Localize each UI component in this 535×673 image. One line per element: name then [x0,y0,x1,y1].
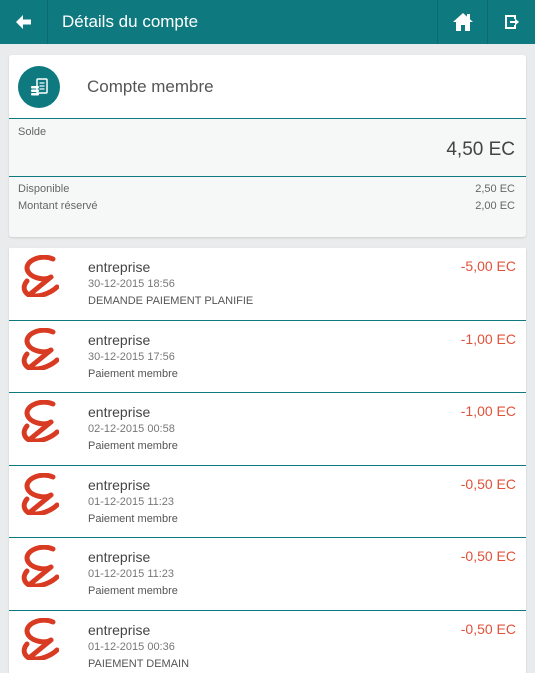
available-value: 2,50 EC [475,183,515,195]
page-title: Détails du compte [62,12,199,31]
transaction-amount: -1,00 EC [460,330,516,347]
logout-icon [504,15,519,29]
transaction-row[interactable]: entreprise 01-12-2015 11:23 Paiement mem… [9,466,526,538]
transaction-date: 01-12-2015 00:36 [88,640,175,653]
transaction-description: PAIEMENT DEMAIN [88,657,190,670]
transaction-row[interactable]: entreprise 30-12-2015 18:56 DEMANDE PAIE… [9,248,526,321]
transaction-description: Paiement membre [88,512,178,525]
available-row: Disponible 2,50 EC [18,183,515,195]
reserved-value: 2,00 EC [475,200,515,212]
transaction-name: entreprise [88,259,151,275]
transaction-amount: -0,50 EC [460,475,516,492]
reserved-row: Montant réservé 2,00 EC [18,200,515,212]
transaction-date: 30-12-2015 18:56 [88,278,175,290]
account-header: Compte membre [9,55,526,119]
home-icon [452,13,473,31]
transaction-name: entreprise [88,404,151,420]
back-button[interactable] [0,0,48,44]
available-label: Disponible [18,183,70,195]
transaction-date: 30-12-2015 17:56 [88,350,175,363]
transaction-description: Paiement membre [88,585,178,597]
transaction-name: entreprise [88,549,151,565]
balance-section: Solde 4,50 EC [9,119,526,177]
balance-value: 4,50 EC [446,139,515,160]
merchant-logo-icon [21,472,59,515]
transaction-description: DEMANDE PAIEMENT PLANIFIE [88,295,254,307]
account-card: Compte membre Solde 4,50 EC Disponible 2… [9,55,526,237]
transaction-name: entreprise [88,621,151,638]
merchant-logo-icon [21,545,59,587]
logout-button[interactable] [487,0,535,44]
transaction-row[interactable]: entreprise 01-12-2015 00:36 PAIEMENT DEM… [9,611,526,673]
home-button[interactable] [437,0,487,44]
merchant-logo-icon [21,327,59,370]
transaction-amount: -0,50 EC [460,548,516,564]
transaction-date: 01-12-2015 11:23 [88,568,175,580]
transaction-name: entreprise [88,476,151,493]
transaction-name: entreprise [88,331,151,348]
transaction-row[interactable]: entreprise 02-12-2015 00:58 Paiement mem… [9,393,526,466]
transaction-date: 01-12-2015 11:23 [88,495,175,508]
transaction-date: 02-12-2015 00:58 [88,423,175,435]
transaction-description: Paiement membre [88,367,178,380]
wallet-icon [18,65,60,108]
transaction-amount: -1,00 EC [460,403,516,419]
transaction-row[interactable]: entreprise 01-12-2015 11:23 Paiement mem… [9,538,526,611]
account-name: Compte membre [87,76,214,96]
transaction-list: entreprise 30-12-2015 18:56 DEMANDE PAIE… [9,248,526,673]
reserved-label: Montant réservé [18,200,98,212]
balance-label: Solde [18,126,47,138]
balance-details: Disponible 2,50 EC Montant réservé 2,00 … [9,177,526,235]
transaction-amount: -0,50 EC [460,620,516,637]
top-bar: Détails du compte [0,0,535,44]
transaction-row[interactable]: entreprise 30-12-2015 17:56 Paiement mem… [9,321,526,393]
transaction-description: Paiement membre [88,440,178,452]
merchant-logo-icon [21,255,59,297]
arrow-left-icon [15,15,31,29]
merchant-logo-icon [21,400,59,442]
merchant-logo-icon [21,617,59,660]
transaction-amount: -5,00 EC [460,258,516,274]
